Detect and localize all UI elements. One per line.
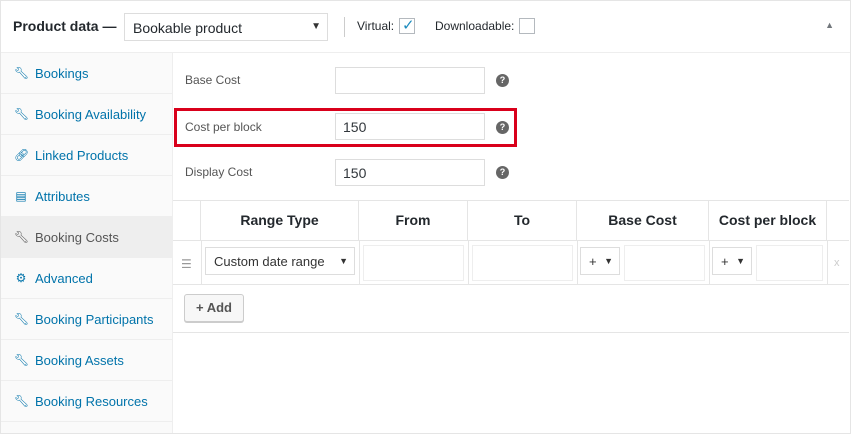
panel-header: Product data — Bookable product ▼ Virtua… (1, 1, 850, 53)
collapse-arrow-icon[interactable]: ▲ (825, 20, 834, 30)
modifier-value: + (589, 254, 597, 269)
tab-label: Booking Costs (35, 230, 119, 245)
link-icon: 🔗︎ (14, 148, 30, 162)
tab-label: Booking Participants (35, 312, 154, 327)
wrench-icon: 🔧︎ (14, 230, 30, 244)
table-header: Base Cost (577, 201, 709, 240)
tab-booking-assets[interactable]: 🔧︎ Booking Assets (1, 340, 172, 381)
wrench-icon: 🔧︎ (14, 353, 30, 367)
tab-booking-resources[interactable]: 🔧︎ Booking Resources (1, 381, 172, 422)
tab-label: Booking Resources (35, 394, 148, 409)
cell-divider (359, 241, 360, 284)
help-icon[interactable]: ? (496, 74, 509, 87)
to-input[interactable] (472, 245, 573, 281)
help-icon[interactable]: ? (496, 166, 509, 179)
cost-per-block-label: Cost per block (185, 120, 262, 134)
range-type-value: Custom date range (214, 254, 325, 269)
downloadable-checkbox[interactable] (519, 18, 535, 34)
tab-label: Linked Products (35, 148, 129, 163)
wrench-icon: 🔧︎ (14, 107, 30, 121)
tab-booking-participants[interactable]: 🔧︎ Booking Participants (1, 299, 172, 340)
wrench-icon: 🔧︎ (14, 312, 30, 326)
panel-title: Product data — (13, 18, 117, 34)
add-range-button[interactable]: + Add (184, 294, 244, 322)
cell-divider (468, 241, 469, 284)
tab-label: Attributes (35, 189, 90, 204)
base-cost-modifier-select[interactable]: + ▼ (580, 247, 620, 275)
row-divider (173, 240, 849, 241)
tab-booking-availability[interactable]: 🔧︎ Booking Availability (1, 94, 172, 135)
product-data-tabs: 🔧︎ Bookings 🔧︎ Booking Availability 🔗︎ L… (1, 53, 173, 433)
product-type-select[interactable]: Bookable product ▼ (124, 13, 328, 41)
product-type-value: Bookable product (133, 20, 242, 36)
row-divider (173, 284, 849, 285)
virtual-checkbox[interactable]: ✓ (399, 17, 415, 34)
range-type-select[interactable]: Custom date range ▼ (205, 247, 355, 275)
cell-divider (201, 241, 202, 284)
tab-label: Booking Assets (35, 353, 124, 368)
product-data-panel: Product data — Bookable product ▼ Virtua… (0, 0, 851, 434)
cell-divider (827, 241, 828, 284)
tab-label: Booking Availability (35, 107, 147, 122)
virtual-label: Virtual: (357, 19, 395, 33)
wrench-icon: 🔧︎ (14, 66, 30, 80)
block-cost-modifier-select[interactable]: + ▼ (712, 247, 752, 275)
cell-divider (709, 241, 710, 284)
tab-label: Advanced (35, 271, 93, 286)
chevron-down-icon: ▼ (604, 256, 613, 266)
block-cost-cell-input[interactable] (756, 245, 823, 281)
help-icon[interactable]: ? (496, 121, 509, 134)
tab-bookings[interactable]: 🔧︎ Bookings (1, 53, 172, 94)
base-cost-cell-input[interactable] (624, 245, 705, 281)
pricing-table: Range Type From To Base Cost Cost per bl… (173, 200, 849, 333)
tab-label: Bookings (35, 66, 89, 81)
display-cost-input[interactable]: 150 (335, 159, 485, 186)
remove-row-icon[interactable]: x (834, 257, 840, 269)
tab-advanced[interactable]: ⚙ Advanced (1, 258, 172, 299)
table-header-handle (173, 201, 201, 240)
cell-divider (577, 241, 578, 284)
list-icon: ▤ (15, 189, 27, 203)
tab-attributes[interactable]: ▤ Attributes (1, 176, 172, 217)
base-cost-input[interactable] (335, 67, 485, 94)
chevron-down-icon: ▼ (339, 256, 348, 266)
cost-per-block-input[interactable]: 150 (335, 113, 485, 140)
base-cost-label: Base Cost (185, 73, 241, 87)
wrench-icon: 🔧︎ (14, 394, 30, 408)
from-input[interactable] (363, 245, 464, 281)
tab-booking-costs[interactable]: 🔧︎ Booking Costs (1, 217, 172, 258)
table-header: To (468, 201, 577, 240)
drag-handle-icon[interactable]: ☰ (181, 257, 192, 271)
gear-icon: ⚙ (15, 271, 27, 285)
table-header: Range Type (201, 201, 359, 240)
chevron-down-icon: ▼ (311, 21, 321, 32)
header-divider (344, 17, 345, 37)
modifier-value: + (721, 254, 729, 269)
checkmark-icon: ✓ (402, 17, 415, 34)
table-header: Cost per block (709, 201, 827, 240)
tab-linked-products[interactable]: 🔗︎ Linked Products (1, 135, 172, 176)
display-cost-label: Display Cost (185, 165, 253, 179)
chevron-down-icon: ▼ (736, 256, 745, 266)
table-header: From (359, 201, 468, 240)
downloadable-label: Downloadable: (435, 19, 515, 33)
